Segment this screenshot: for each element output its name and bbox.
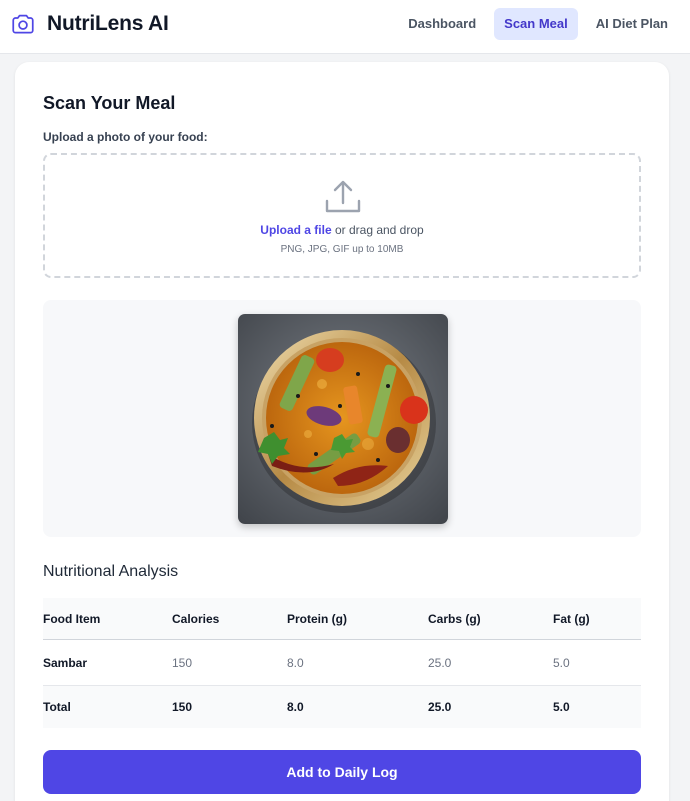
total-carbs: 25.0	[428, 700, 452, 714]
total-calories: 150	[172, 700, 193, 714]
add-to-daily-log-button[interactable]: Add to Daily Log	[43, 750, 641, 794]
analysis-title: Nutritional Analysis	[43, 563, 179, 580]
column-header: Protein (g)	[287, 611, 347, 626]
main-nav: Dashboard Scan Meal AI Diet Plan	[390, 8, 678, 40]
calories-cell: 150	[172, 655, 193, 670]
image-preview-area	[43, 300, 641, 537]
file-dropzone[interactable]: Upload a file or drag and drop PNG, JPG,…	[43, 153, 641, 278]
table-total-row: Total 150 8.0 25.0 5.0	[43, 686, 641, 728]
protein-cell: 8.0	[287, 655, 304, 670]
camera-icon	[10, 11, 36, 37]
column-header: Calories	[172, 611, 220, 626]
total-protein: 8.0	[287, 700, 304, 714]
brand[interactable]: NutriLens AI	[10, 11, 169, 37]
table-row: Sambar 150 8.0 25.0 5.0	[43, 640, 641, 686]
file-type-hint: PNG, JPG, GIF up to 10MB	[280, 244, 404, 255]
table-header-row: Food Item Calories Protein (g) Carbs (g)…	[43, 598, 641, 640]
column-header: Carbs (g)	[428, 611, 481, 626]
upload-icon	[325, 179, 361, 215]
upload-label: Upload a photo of your food:	[43, 130, 208, 144]
column-header: Fat (g)	[553, 611, 590, 626]
top-navbar: NutriLens AI Dashboard Scan Meal AI Diet…	[0, 0, 690, 54]
upload-file-link[interactable]: Upload a file	[260, 223, 331, 237]
app-name: NutriLens AI	[47, 12, 169, 35]
scan-card: Scan Your Meal Upload a photo of your fo…	[15, 62, 669, 801]
column-header: Food Item	[43, 611, 101, 626]
nutrition-table: Food Item Calories Protein (g) Carbs (g)…	[43, 598, 641, 728]
dropzone-text: Upload a file or drag and drop	[45, 223, 639, 237]
carbs-cell: 25.0	[428, 655, 452, 670]
meal-photo	[238, 314, 448, 524]
nav-scan-meal[interactable]: Scan Meal	[494, 8, 578, 40]
drag-drop-text: or drag and drop	[331, 223, 424, 237]
total-fat: 5.0	[553, 700, 570, 714]
nav-ai-diet-plan[interactable]: AI Diet Plan	[586, 8, 678, 40]
page-title: Scan Your Meal	[43, 93, 176, 113]
total-label: Total	[43, 700, 71, 714]
nav-dashboard[interactable]: Dashboard	[398, 8, 486, 40]
fat-cell: 5.0	[553, 655, 570, 670]
food-item-cell: Sambar	[43, 655, 88, 670]
